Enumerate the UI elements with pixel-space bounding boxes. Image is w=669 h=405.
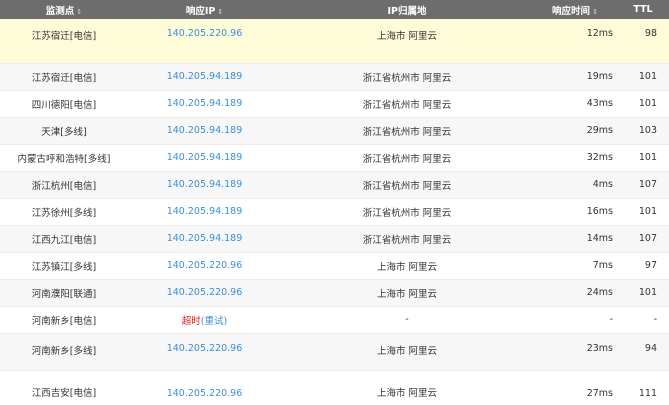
node-cell: 内蒙古呼和浩特[多线] [0,144,128,172]
sort-icon[interactable]: ⇕ [217,8,223,16]
location-cell: 浙江省杭州市 阿里云 [281,198,533,226]
response-time-cell: 14ms [533,225,617,253]
location-cell: 浙江省杭州市 阿里云 [281,117,533,145]
response-time-cell: 29ms [533,117,617,145]
node-cell: 四川德阳[电信] [0,90,128,118]
header-node[interactable]: 监测点 ⇕ [0,0,128,19]
table-row: 江苏宿迁[电信] 140.205.94.189 浙江省杭州市 阿里云 19ms … [0,63,669,91]
location-cell: 上海市 阿里云 [281,19,533,64]
node-cell: 河南濮阳[联通] [0,279,128,307]
ttl-cell: 101 [617,90,669,118]
table-row: 浙江杭州[电信] 140.205.94.189 浙江省杭州市 阿里云 4ms 1… [0,171,669,199]
node-cell: 江西吉安[电信] [31,388,97,399]
ttl-cell: 98 [617,19,669,64]
response-time-cell: 16ms [533,198,617,226]
location-cell: 浙江省杭州市 阿里云 [281,171,533,199]
table-row: 河南新乡[多线] 140.205.220.96 上海市 阿里云 23ms 94 [0,333,669,371]
ip-cell[interactable]: 140.205.94.189 [128,63,281,91]
ttl-cell: 107 [617,225,669,253]
ip-cell[interactable]: 140.205.220.96 [128,252,281,280]
ip-cell[interactable]: 140.205.94.189 [128,198,281,226]
response-time-cell: 32ms [533,144,617,172]
table-row: 河南新乡[电信] 超时(重试) - - - [0,306,669,334]
node-cell: 河南新乡[多线] [0,333,128,371]
location-cell: 上海市 阿里云 [281,279,533,307]
header-ttl: TTL [633,4,653,15]
response-time-cell: - [533,306,617,334]
retry-paren-close: ) [223,315,228,327]
retry-link[interactable]: 重试 [205,316,224,327]
ip-cell[interactable]: 140.205.94.189 [128,90,281,118]
table-row: 内蒙古呼和浩特[多线] 140.205.94.189 浙江省杭州市 阿里云 32… [0,144,669,172]
table-row: 江苏宿迁[电信] 140.205.220.96 上海市 阿里云 12ms 98 [0,19,669,64]
header-ip[interactable]: 响应IP ⇕ [128,0,281,19]
table-row: 江苏镇江[多线] 140.205.220.96 上海市 阿里云 7ms 97 [0,252,669,280]
timeout-label: 超时 [181,315,201,327]
table-row: 天津[多线] 140.205.94.189 浙江省杭州市 阿里云 29ms 10… [0,117,669,145]
ip-cell[interactable]: 140.205.94.189 [128,171,281,199]
node-cell: 河南新乡[电信] [0,306,128,334]
ping-results-table: 监测点 ⇕ 响应IP ⇕ IP归属地 响应时间 ⇕ TTL 江苏宿迁[电信] 140.… [0,0,669,405]
sort-icon[interactable]: ⇕ [76,8,82,16]
ip-cell[interactable]: 140.205.94.189 [128,144,281,172]
ttl-cell: 107 [617,171,669,199]
node-cell: 江苏镇江[多线] [0,252,128,280]
ttl-cell: - [617,306,669,334]
ttl-cell: 101 [617,198,669,226]
response-time-cell: 12ms [533,19,617,64]
ttl-cell: 97 [617,252,669,280]
node-cell: 江西九江[电信] [0,225,128,253]
response-time-cell: 43ms [533,90,617,118]
header-response-time[interactable]: 响应时间 ⇕ [533,0,617,19]
location-cell: 浙江省杭州市 阿里云 [281,144,533,172]
sort-icon[interactable]: ⇕ [592,8,598,16]
response-time-cell: 19ms [533,63,617,91]
ip-cell[interactable]: 140.205.220.96 [128,333,281,371]
location-cell: - [281,306,533,334]
table-row: 江苏徐州[多线] 140.205.94.189 浙江省杭州市 阿里云 16ms … [0,198,669,226]
ip-cell[interactable]: 140.205.220.96 [128,370,281,405]
table-row: 江西吉安[电信] 140.205.220.96 上海市 阿里云 27ms 111 [0,370,669,405]
ip-cell[interactable]: 140.205.94.189 [128,117,281,145]
header-location: IP归属地 [387,5,427,17]
node-cell: 江苏宿迁[电信] [0,19,128,64]
ttl-cell: 101 [617,279,669,307]
node-cell: 江苏徐州[多线] [0,198,128,226]
location-cell: 浙江省杭州市 阿里云 [281,225,533,253]
node-cell: 江苏宿迁[电信] [0,63,128,91]
table-row: 四川德阳[电信] 140.205.94.189 浙江省杭州市 阿里云 43ms … [0,90,669,118]
table-row: 江西九江[电信] 140.205.94.189 浙江省杭州市 阿里云 14ms … [0,225,669,253]
ip-cell: 超时(重试) [128,306,281,334]
response-time-cell: 27ms [586,388,613,399]
node-cell: 天津[多线] [0,117,128,145]
location-cell: 上海市 阿里云 [376,388,438,399]
table-header-row: 监测点 ⇕ 响应IP ⇕ IP归属地 响应时间 ⇕ TTL [0,0,669,19]
node-cell: 浙江杭州[电信] [0,171,128,199]
location-cell: 浙江省杭州市 阿里云 [281,63,533,91]
response-time-cell: 24ms [533,279,617,307]
location-cell: 上海市 阿里云 [281,333,533,371]
table-row: 河南濮阳[联通] 140.205.220.96 上海市 阿里云 24ms 101 [0,279,669,307]
ttl-cell: 103 [617,117,669,145]
ip-cell[interactable]: 140.205.220.96 [128,279,281,307]
ip-cell[interactable]: 140.205.220.96 [128,19,281,64]
ttl-cell: 101 [617,63,669,91]
ttl-cell: 111 [638,388,657,399]
ttl-cell: 94 [617,333,669,371]
ip-cell[interactable]: 140.205.94.189 [128,225,281,253]
response-time-cell: 4ms [533,171,617,199]
ttl-cell: 101 [617,144,669,172]
location-cell: 浙江省杭州市 阿里云 [281,90,533,118]
response-time-cell: 23ms [533,333,617,371]
response-time-cell: 7ms [533,252,617,280]
location-cell: 上海市 阿里云 [281,252,533,280]
